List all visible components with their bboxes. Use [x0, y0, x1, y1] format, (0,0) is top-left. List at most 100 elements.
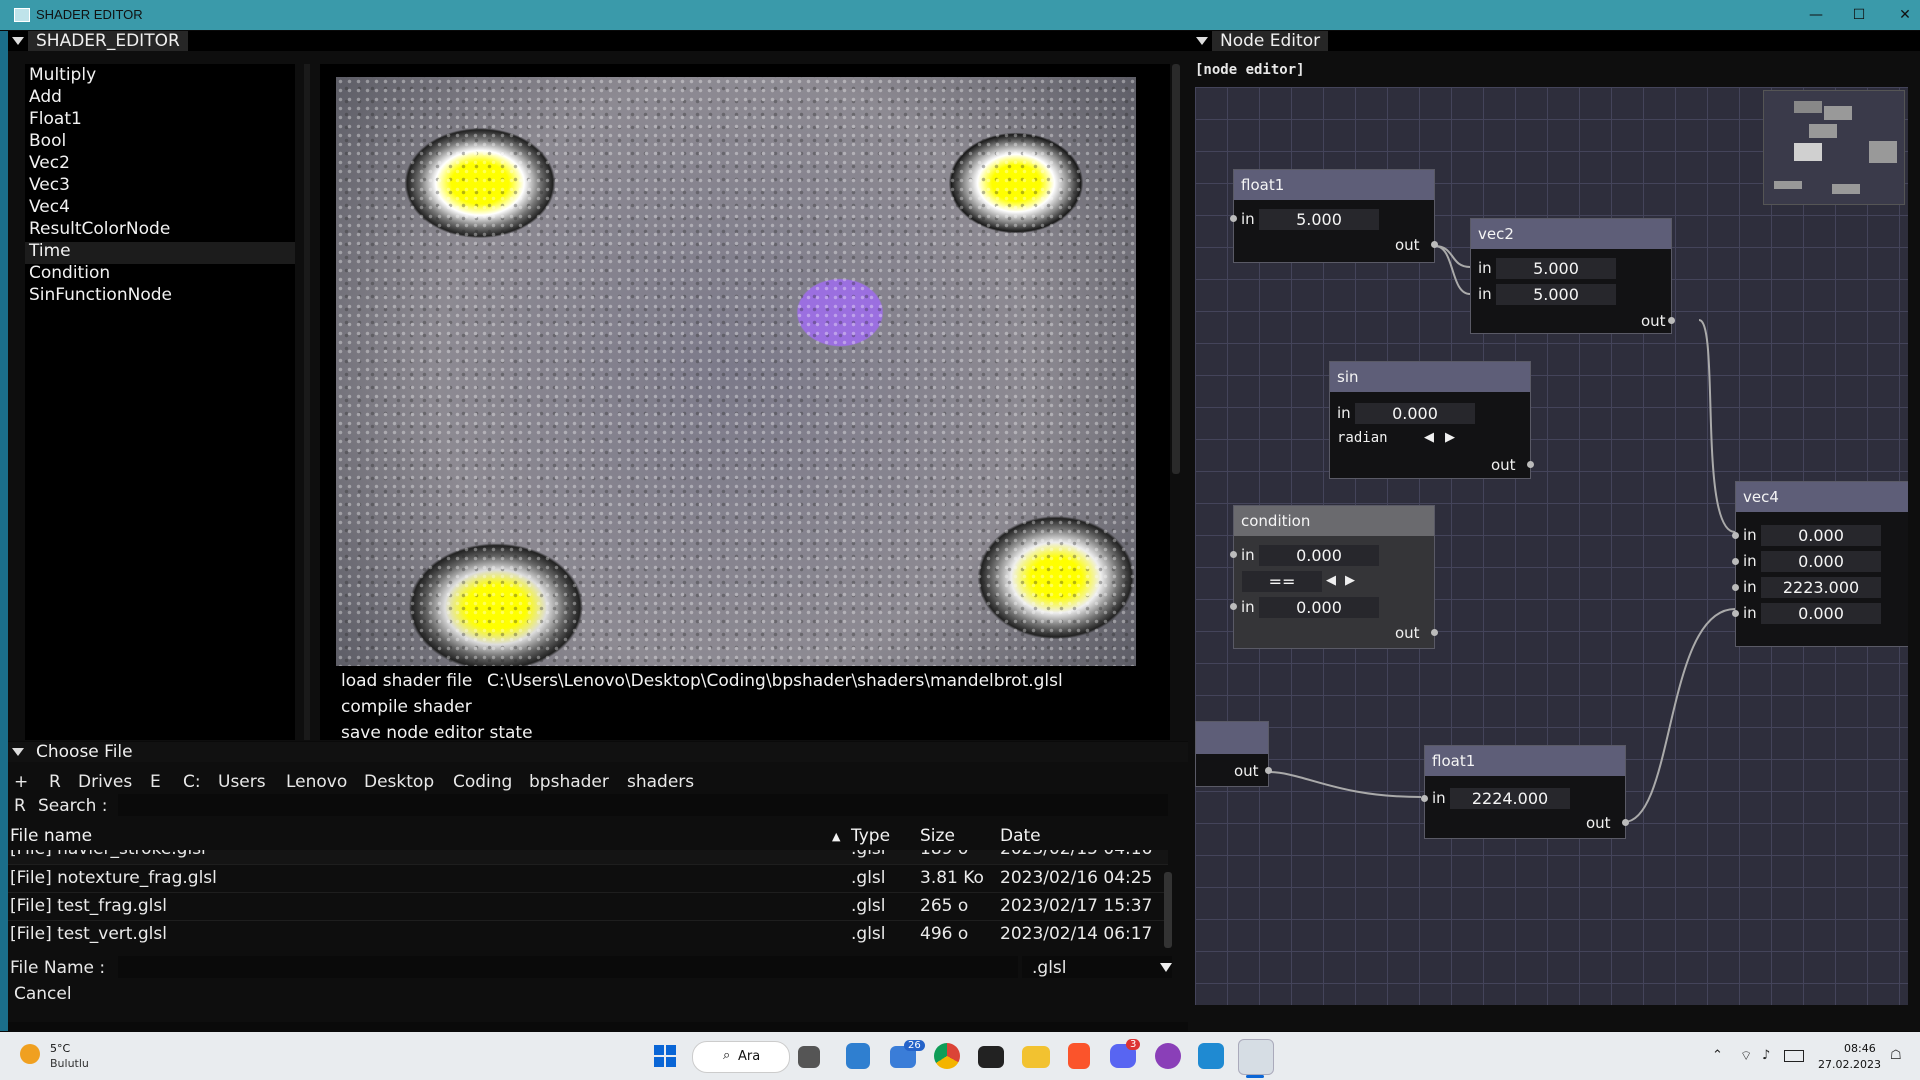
menu-item-time[interactable]: Time — [29, 240, 71, 262]
maximize-button[interactable]: ☐ — [1836, 4, 1882, 26]
menu-item-add[interactable]: Add — [29, 86, 62, 108]
table-row[interactable]: [File] notexture_frag.glsl .glsl 3.81 Ko… — [8, 864, 1168, 893]
clock-time[interactable]: 08:46 — [1844, 1042, 1876, 1055]
file-explorer-icon[interactable] — [1022, 1046, 1050, 1068]
node-vec2[interactable]: vec2 in 5.000 in 5.000 out — [1470, 218, 1675, 334]
table-row[interactable]: [File] test_frag.glsl .glsl 265 o 2023/0… — [8, 892, 1168, 921]
output-pin[interactable] — [1431, 241, 1438, 248]
output-pin[interactable] — [1622, 819, 1629, 826]
menu-item-vec4[interactable]: Vec4 — [29, 196, 70, 218]
minimize-button[interactable]: — — [1793, 4, 1839, 26]
reset-path-button[interactable]: R — [49, 770, 61, 794]
start-icon[interactable] — [649, 1040, 681, 1072]
breadcrumb-lenovo[interactable]: Lenovo — [286, 770, 347, 794]
input-pin[interactable] — [1230, 551, 1237, 558]
column-type[interactable]: Type — [851, 826, 890, 846]
vec2-y-input[interactable]: 5.000 — [1496, 284, 1616, 305]
input-pin[interactable] — [1732, 584, 1739, 591]
battery-icon[interactable] — [1784, 1050, 1804, 1062]
chevron-up-icon[interactable]: ⌃ — [1712, 1048, 1723, 1063]
input-pin[interactable] — [1732, 532, 1739, 539]
column-date[interactable]: Date — [1000, 826, 1041, 846]
collapse-triangle-icon[interactable] — [1196, 37, 1208, 45]
podcast-icon[interactable] — [1155, 1043, 1181, 1069]
volume-icon[interactable]: ♪ — [1762, 1048, 1770, 1063]
table-row[interactable]: [File] navier_stroke.glsl .glsl 189 o 20… — [8, 850, 1168, 864]
float-value-input[interactable]: 5.000 — [1259, 209, 1379, 230]
menu-item-float1[interactable]: Float1 — [29, 108, 82, 130]
node-sin[interactable]: sin in 0.000 radian ◀ ▶ out — [1329, 361, 1534, 479]
choose-file-header[interactable]: Choose File — [8, 742, 1188, 762]
search-reset-button[interactable]: R — [14, 796, 26, 816]
input-pin[interactable] — [1732, 558, 1739, 565]
menu-item-sinfunctionnode[interactable]: SinFunctionNode — [29, 284, 172, 306]
table-row[interactable]: [File] test_vert.glsl .glsl 496 o 2023/0… — [8, 920, 1168, 949]
arrow-left-icon[interactable]: ◀ — [1326, 573, 1336, 588]
list-scrollbar[interactable] — [304, 64, 310, 740]
input-pin[interactable] — [1421, 795, 1428, 802]
node-editor-header[interactable]: Node Editor — [1188, 31, 1920, 51]
breadcrumb-bpshader[interactable]: bpshader — [529, 770, 609, 794]
input-pin[interactable] — [1732, 610, 1739, 617]
node-editor-canvas[interactable]: float1 in 5.000 out vec2 in 5.000 in 5.0… — [1195, 87, 1908, 1005]
wifi-icon[interactable]: ⌔ — [1740, 1048, 1752, 1064]
menu-item-resultcolornode[interactable]: ResultColorNode — [29, 218, 170, 240]
add-place-button[interactable]: + — [14, 770, 28, 794]
arrow-right-icon[interactable]: ▶ — [1345, 573, 1355, 588]
vec4-y-input[interactable]: 0.000 — [1761, 551, 1881, 572]
menu-item-multiply[interactable]: Multiply — [29, 64, 96, 86]
output-pin[interactable] — [1431, 629, 1438, 636]
menu-item-vec2[interactable]: Vec2 — [29, 152, 70, 174]
filter-select[interactable]: .glsl — [1022, 956, 1172, 978]
close-button[interactable]: ✕ — [1882, 4, 1920, 26]
chrome-icon[interactable] — [934, 1043, 960, 1069]
sin-input[interactable]: 0.000 — [1355, 403, 1475, 424]
arrow-left-icon[interactable]: ◀ — [1424, 430, 1434, 445]
collapse-triangle-icon[interactable] — [12, 748, 24, 756]
menu-item-vec3[interactable]: Vec3 — [29, 174, 70, 196]
terminal-icon[interactable] — [978, 1046, 1004, 1068]
node-partial[interactable]: out — [1195, 721, 1272, 787]
vec4-z-input[interactable]: 2223.000 — [1761, 577, 1881, 598]
breadcrumb-users[interactable]: Users — [218, 770, 266, 794]
input-pin[interactable] — [1230, 215, 1237, 222]
taskbar-search[interactable]: ⌕ Ara — [692, 1041, 790, 1073]
node-float1[interactable]: float1 in 5.000 out — [1230, 169, 1438, 263]
vscode-icon[interactable] — [1198, 1043, 1224, 1069]
vec4-w-input[interactable]: 0.000 — [1761, 603, 1881, 624]
cancel-button[interactable]: Cancel — [14, 984, 72, 1004]
menu-item-bool[interactable]: Bool — [29, 130, 66, 152]
menu-item-condition[interactable]: Condition — [29, 262, 110, 284]
breadcrumb-shaders[interactable]: shaders — [627, 770, 694, 794]
node-minimap[interactable] — [1763, 90, 1905, 205]
breadcrumb-coding[interactable]: Coding — [453, 770, 512, 794]
notification-icon[interactable]: ☖ — [1890, 1048, 1902, 1063]
output-pin[interactable] — [1668, 317, 1675, 324]
compile-shader-button[interactable]: compile shader — [341, 697, 472, 717]
float-value-input[interactable]: 2224.000 — [1450, 788, 1570, 809]
collapse-triangle-icon[interactable] — [12, 37, 24, 45]
vec2-x-input[interactable]: 5.000 — [1496, 258, 1616, 279]
shader-editor-header[interactable]: SHADER_EDITOR — [8, 31, 1188, 51]
drives-button[interactable]: Drives — [78, 770, 132, 794]
column-file-name[interactable]: File name — [10, 826, 92, 846]
weather-icon[interactable] — [20, 1044, 40, 1064]
save-node-state-button[interactable]: save node editor state — [341, 723, 533, 743]
clock-date[interactable]: 27.02.2023 — [1818, 1058, 1881, 1071]
node-vec4[interactable]: vec4 in 0.000 in 0.000 in 2223.000 in 0.… — [1732, 481, 1908, 647]
table-scrollbar[interactable] — [1164, 872, 1172, 948]
load-shader-label[interactable]: load shader file — [341, 671, 472, 691]
node-float1[interactable]: float1 in 2224.000 out — [1421, 745, 1629, 839]
shader-preview-image[interactable] — [336, 77, 1136, 666]
node-condition[interactable]: condition in 0.000 == ◀ ▶ in 0.000 out — [1230, 505, 1438, 649]
preview-scrollbar[interactable] — [1172, 64, 1180, 474]
edit-path-button[interactable]: E — [150, 770, 161, 794]
condition-b-input[interactable]: 0.000 — [1259, 597, 1379, 618]
output-pin[interactable] — [1265, 767, 1272, 774]
task-view-icon[interactable] — [798, 1046, 820, 1068]
condition-a-input[interactable]: 0.000 — [1259, 545, 1379, 566]
input-pin[interactable] — [1230, 603, 1237, 610]
operator-select[interactable]: == — [1242, 571, 1322, 592]
search-input[interactable] — [118, 794, 1168, 816]
shader-editor-taskbar-icon[interactable] — [1238, 1039, 1274, 1075]
